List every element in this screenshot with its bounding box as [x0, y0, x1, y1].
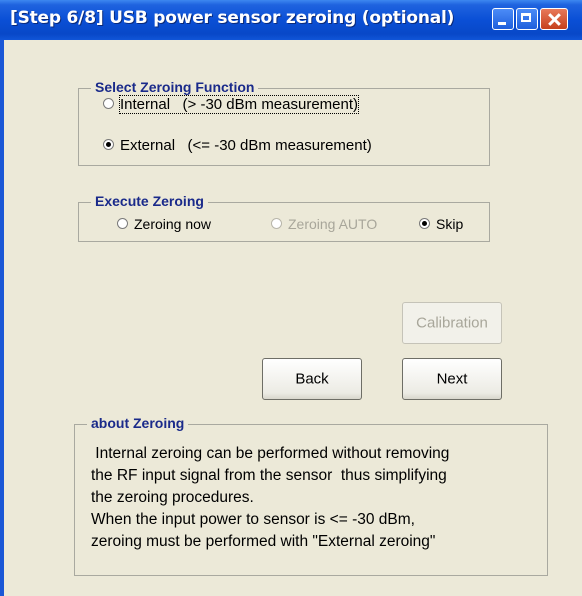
- next-button-label: Next: [436, 370, 468, 388]
- radio-skip-label: Skip: [436, 216, 464, 232]
- calibration-button[interactable]: Calibration: [402, 302, 502, 344]
- select-zeroing-legend: Select Zeroing Function: [91, 79, 259, 95]
- window-title: [Step 6/8] USB power sensor zeroing (opt…: [10, 8, 455, 28]
- radio-external-icon[interactable]: [103, 138, 114, 150]
- execute-zeroing-legend: Execute Zeroing: [91, 193, 208, 209]
- radio-skip-icon[interactable]: [419, 217, 430, 229]
- about-zeroing-group: about Zeroing Internal zeroing can be pe…: [74, 415, 548, 576]
- radio-zeroing-auto-icon[interactable]: [271, 217, 282, 229]
- next-button[interactable]: Next: [402, 358, 502, 400]
- wizard-window: [Step 6/8] USB power sensor zeroing (opt…: [0, 0, 582, 596]
- about-line: Internal zeroing can be performed withou…: [91, 445, 450, 462]
- radio-external[interactable]: External (<= -30 dBm measurement): [103, 137, 372, 154]
- radio-zeroing-now-icon[interactable]: [117, 217, 128, 229]
- back-button[interactable]: Back: [262, 358, 362, 400]
- radio-internal-icon[interactable]: [103, 97, 114, 109]
- maximize-icon[interactable]: [516, 8, 538, 30]
- close-icon[interactable]: [540, 8, 568, 30]
- execute-zeroing-group: Execute Zeroing Zeroing now Zeroing AUTO…: [78, 193, 490, 242]
- about-line: When the input power to sensor is <= -30…: [91, 511, 415, 528]
- radio-zeroing-auto-label: Zeroing AUTO: [288, 216, 378, 232]
- minimize-icon[interactable]: [492, 8, 514, 30]
- calibration-button-label: Calibration: [416, 314, 488, 332]
- radio-external-label: External (<= -30 dBm measurement): [120, 137, 372, 154]
- about-zeroing-legend: about Zeroing: [87, 415, 189, 431]
- about-zeroing-text: Internal zeroing can be performed withou…: [91, 443, 531, 553]
- title-bar[interactable]: [Step 6/8] USB power sensor zeroing (opt…: [0, 0, 582, 40]
- select-zeroing-group: Select Zeroing Function Internal (> -30 …: [78, 79, 490, 166]
- radio-zeroing-now[interactable]: Zeroing now: [117, 216, 211, 232]
- radio-skip[interactable]: Skip: [419, 216, 463, 232]
- radio-internal[interactable]: Internal (> -30 dBm measurement): [103, 95, 360, 114]
- about-line: the zeroing procedures.: [91, 489, 254, 506]
- back-button-label: Back: [295, 370, 329, 388]
- window-left-border: [0, 40, 4, 596]
- about-line: the RF input signal from the sensor thus…: [91, 467, 447, 484]
- about-line: zeroing must be performed with "External…: [91, 533, 436, 550]
- radio-zeroing-auto[interactable]: Zeroing AUTO: [271, 216, 377, 232]
- radio-internal-label: Internal (> -30 dBm measurement): [118, 95, 360, 114]
- radio-zeroing-now-label: Zeroing now: [134, 216, 212, 232]
